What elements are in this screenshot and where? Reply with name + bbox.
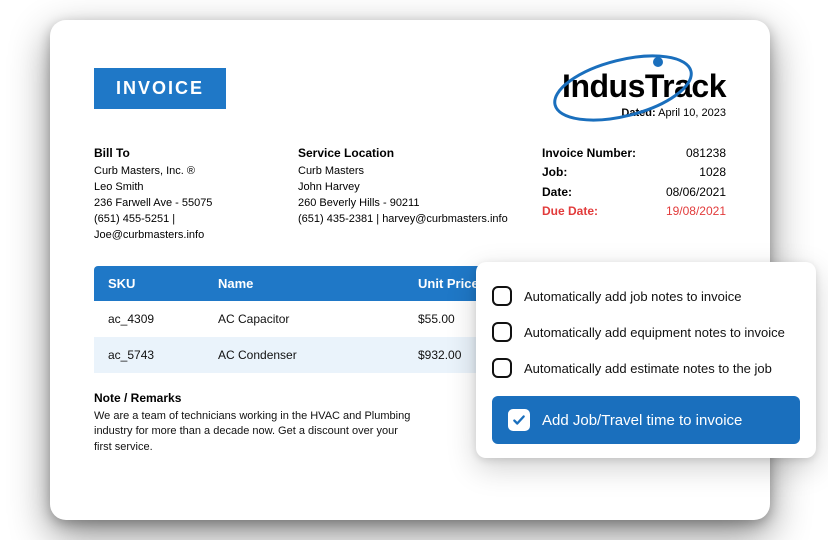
brand-block: IndusTrack Dated: April 10, 2023 <box>562 68 726 119</box>
bill-to-address: 236 Farwell Ave - 55075 <box>94 196 274 212</box>
options-panel: Automatically add job notes to invoice A… <box>476 262 816 458</box>
service-heading: Service Location <box>298 145 518 162</box>
cell-name: AC Condenser <box>204 337 404 373</box>
meta-label: Date: <box>542 184 572 201</box>
option-label: Automatically add estimate notes to the … <box>524 361 772 376</box>
check-icon <box>508 409 530 431</box>
meta-label: Job: <box>542 164 567 181</box>
option-label: Automatically add job notes to invoice <box>524 289 742 304</box>
service-address: 260 Beverly Hills - 90211 <box>298 196 518 212</box>
bill-to-contact: (651) 455-5251 | Joe@curbmasters.info <box>94 212 274 244</box>
option-label: Automatically add equipment notes to inv… <box>524 325 785 340</box>
bill-to-block: Bill To Curb Masters, Inc. ® Leo Smith 2… <box>94 145 274 244</box>
cell-sku: ac_4309 <box>94 301 204 337</box>
service-company: Curb Masters <box>298 164 518 180</box>
option-equipment-notes[interactable]: Automatically add equipment notes to inv… <box>492 314 800 350</box>
add-job-travel-button[interactable]: Add Job/Travel time to invoice <box>492 396 800 444</box>
checkbox-icon[interactable] <box>492 322 512 342</box>
meta-label: Due Date: <box>542 203 598 220</box>
bill-to-name: Leo Smith <box>94 180 274 196</box>
notes-body: We are a team of technicians working in … <box>94 409 414 455</box>
bill-to-heading: Bill To <box>94 145 274 162</box>
brand-ellipse-icon <box>544 54 702 122</box>
checkbox-icon[interactable] <box>492 286 512 306</box>
header-row: INVOICE IndusTrack Dated: April 10, 2023 <box>94 68 726 119</box>
service-loc-block: Service Location Curb Masters John Harve… <box>298 145 518 244</box>
meta-label: Invoice Number: <box>542 145 636 162</box>
cell-name: AC Capacitor <box>204 301 404 337</box>
notes-block: Note / Remarks We are a team of technici… <box>94 391 414 455</box>
meta-value: 1028 <box>699 164 726 181</box>
meta-invoice-number: Invoice Number: 081238 <box>542 145 726 162</box>
th-name: Name <box>204 266 404 301</box>
bill-to-company: Curb Masters, Inc. ® <box>94 164 274 180</box>
cell-sku: ac_5743 <box>94 337 204 373</box>
option-estimate-notes[interactable]: Automatically add estimate notes to the … <box>492 350 800 386</box>
th-sku: SKU <box>94 266 204 301</box>
service-name: John Harvey <box>298 180 518 196</box>
meta-date: Date: 08/06/2021 <box>542 184 726 201</box>
meta-value: 081238 <box>686 145 726 162</box>
meta-value: 08/06/2021 <box>666 184 726 201</box>
cta-label: Add Job/Travel time to invoice <box>542 412 742 429</box>
meta-due-date: Due Date: 19/08/2021 <box>542 203 726 220</box>
info-row: Bill To Curb Masters, Inc. ® Leo Smith 2… <box>94 145 726 244</box>
option-job-notes[interactable]: Automatically add job notes to invoice <box>492 278 800 314</box>
meta-job: Job: 1028 <box>542 164 726 181</box>
invoice-badge: INVOICE <box>94 68 226 109</box>
meta-value: 19/08/2021 <box>666 203 726 220</box>
service-contact: (651) 435-2381 | harvey@curbmasters.info <box>298 212 518 228</box>
checkbox-icon[interactable] <box>492 358 512 378</box>
invoice-meta-block: Invoice Number: 081238 Job: 1028 Date: 0… <box>542 145 726 244</box>
notes-heading: Note / Remarks <box>94 391 414 405</box>
